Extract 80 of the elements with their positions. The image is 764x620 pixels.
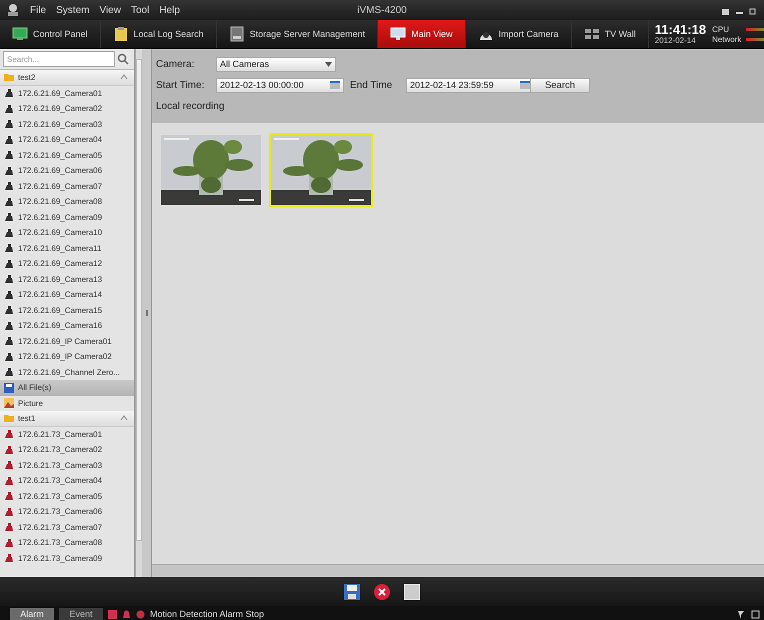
camera-item[interactable]: 172.6.21.69_Camera14: [0, 287, 134, 302]
calendar-icon[interactable]: [520, 81, 530, 89]
field-label: End Time: [349, 80, 394, 90]
folder-icon: [4, 72, 14, 82]
camera-item[interactable]: 172.6.21.69_Camera07: [0, 178, 134, 194]
close-icon[interactable]: [374, 584, 390, 600]
menu-item[interactable]: Tool: [130, 4, 150, 16]
camera-item[interactable]: 172.6.21.69_Camera05: [0, 148, 134, 163]
camera-item[interactable]: 172.6.21.69_Camera11: [0, 240, 134, 256]
splitter-handle[interactable]: [142, 49, 152, 577]
panel-icon: [12, 26, 28, 42]
folder-icon: [4, 413, 14, 424]
camera-item[interactable]: 172.6.21.69_Channel Zero...: [0, 364, 134, 380]
meter-label: CPU: [712, 24, 730, 34]
field-label: Camera:: [156, 58, 196, 70]
search-icon[interactable]: [117, 53, 129, 65]
search-field[interactable]: Search...: [3, 51, 115, 67]
camera-item[interactable]: 172.6.21.73_Camera08: [0, 535, 134, 550]
caret-icon: [325, 62, 332, 66]
field-label: Start Time:: [156, 80, 206, 90]
camera-item[interactable]: 172.6.21.69_Camera03: [0, 116, 134, 132]
camera-item[interactable]: 172.6.21.73_Camera07: [0, 520, 134, 535]
scrollbar[interactable]: [135, 49, 142, 577]
nav-tab[interactable]: TV Wall: [572, 20, 649, 48]
camera-item[interactable]: 172.6.21.73_Camera01: [0, 426, 134, 442]
camera-item[interactable]: 172.6.21.69_IP Camera02: [0, 349, 134, 364]
tv-wall-icon: [584, 26, 600, 42]
camera-item[interactable]: 172.6.21.69_Camera02: [0, 101, 134, 116]
tree-group[interactable]: All File(s): [0, 380, 134, 396]
camera-item[interactable]: 172.6.21.69_IP Camera01: [0, 334, 134, 349]
camera-item[interactable]: 172.6.21.69_Camera10: [0, 225, 134, 240]
monitor-icon: [390, 26, 406, 42]
camera-item[interactable]: 172.6.21.73_Camera03: [0, 458, 134, 473]
camera-item[interactable]: 172.6.21.69_Camera12: [0, 256, 134, 272]
server-icon: [228, 26, 245, 42]
menu-item[interactable]: File: [30, 4, 46, 16]
camera-item[interactable]: 172.6.21.73_Camera04: [0, 473, 134, 488]
menu-item[interactable]: View: [99, 4, 121, 16]
nav-tab[interactable]: Local Log Search: [100, 20, 217, 48]
nav-tab[interactable]: Control Panel: [0, 20, 101, 48]
calendar-icon[interactable]: [330, 81, 340, 89]
nav-tab[interactable]: Import Camera: [466, 20, 572, 48]
window-title: iVMS-4200: [357, 4, 407, 16]
tree-group[interactable]: test1: [0, 411, 134, 426]
date-field[interactable]: 2012-02-13 00:00:00: [216, 78, 344, 92]
save-icon[interactable]: [344, 584, 360, 600]
camera-item[interactable]: 172.6.21.69_Camera09: [0, 210, 134, 225]
camera-item[interactable]: 172.6.21.69_Camera13: [0, 272, 134, 287]
window-icon[interactable]: [751, 610, 760, 618]
menu-item[interactable]: System: [56, 4, 90, 16]
nav-tab[interactable]: Main View: [378, 20, 466, 48]
scrollbar[interactable]: [152, 564, 764, 577]
section-label: Local recording: [156, 100, 226, 112]
tree-group[interactable]: Picture: [0, 396, 134, 411]
restore-icon[interactable]: [749, 6, 758, 14]
camera-item[interactable]: 172.6.21.73_Camera05: [0, 488, 134, 504]
clock-time: 11:41:18: [654, 23, 706, 36]
chevron-icon[interactable]: [120, 415, 128, 422]
camera-item[interactable]: 172.6.21.73_Camera02: [0, 442, 134, 458]
status-message: Motion Detection Alarm Stop: [150, 609, 264, 619]
status-tab[interactable]: Alarm: [10, 608, 54, 620]
camera-item[interactable]: 172.6.21.69_Camera15: [0, 302, 134, 318]
camera-item[interactable]: 172.6.21.73_Camera09: [0, 550, 134, 566]
logo-icon: [6, 3, 20, 17]
camera-item[interactable]: 172.6.21.69_Camera08: [0, 194, 134, 210]
menu-item[interactable]: Help: [159, 4, 180, 16]
clipboard-icon: [112, 26, 129, 42]
camera-item[interactable]: 172.6.21.69_Camera01: [0, 86, 134, 101]
camera-item[interactable]: 172.6.21.69_Camera16: [0, 318, 134, 334]
search-button[interactable]: Search: [530, 78, 590, 92]
clock-date: 2012-02-14: [654, 36, 697, 45]
status-tab[interactable]: Event: [59, 608, 103, 620]
camera-dropdown[interactable]: All Cameras: [216, 56, 336, 72]
tree-group[interactable]: test2: [0, 70, 134, 86]
meter-label: Network: [712, 34, 742, 44]
chevron-icon[interactable]: [120, 74, 128, 80]
camera-item[interactable]: 172.6.21.69_Camera06: [0, 163, 134, 178]
camera-item[interactable]: 172.6.21.73_Camera06: [0, 504, 134, 520]
pin-icon[interactable]: [736, 610, 745, 618]
camera-item[interactable]: 172.6.21.69_Camera04: [0, 132, 134, 148]
